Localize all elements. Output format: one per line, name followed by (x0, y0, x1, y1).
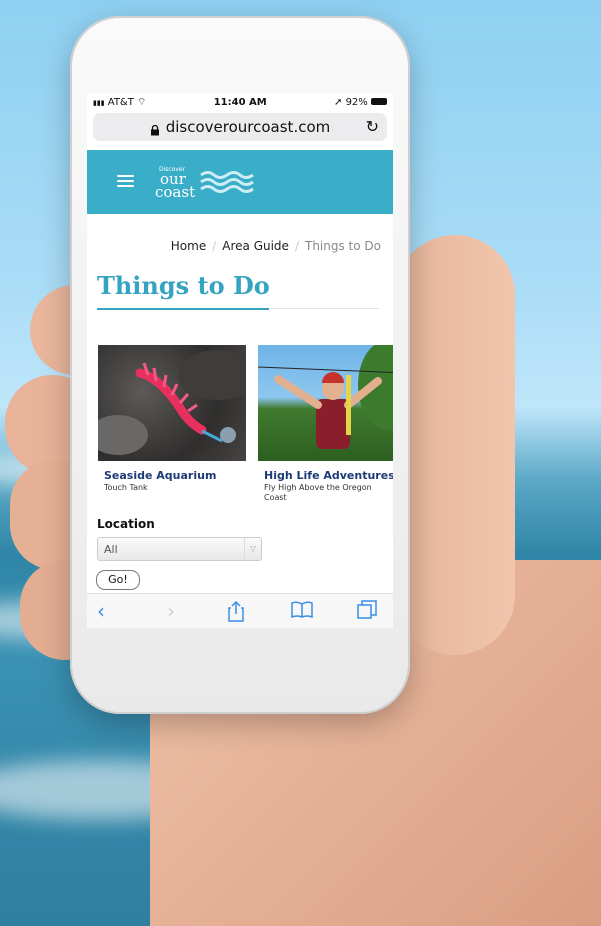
location-selected-value: All (104, 543, 118, 556)
activity-card[interactable]: High Life Adventures Fly High Above the … (258, 345, 393, 503)
chevron-left-icon[interactable]: ‹ (97, 600, 105, 622)
status-bar: ▮▮▮ AT&T ⌔ 11:40 AM ➚ 92% (87, 93, 393, 111)
safari-toolbar: ‹ › (87, 593, 393, 628)
address-bar[interactable]: discoverourcoast.com ↻ (93, 113, 387, 141)
wifi-icon: ⌔ (137, 96, 147, 108)
share-icon[interactable] (227, 600, 245, 626)
location-icon: ➚ (333, 96, 343, 108)
url-text: discoverourcoast.com (165, 118, 331, 136)
hand-thumb (395, 235, 515, 655)
battery-percent: 92% (345, 96, 368, 108)
battery-icon (370, 98, 387, 105)
site-header: Discover our coast (87, 150, 393, 214)
card-description: Touch Tank (104, 483, 148, 492)
carrier-label: AT&T (107, 96, 134, 108)
title-underline (97, 308, 269, 310)
chevron-down-icon: ▽ (244, 538, 261, 560)
signal-icon: ▮▮▮ (93, 98, 105, 107)
breadcrumb-home[interactable]: Home (171, 239, 206, 253)
card-title[interactable]: High Life Adventures (264, 469, 393, 482)
card-title[interactable]: Seaside Aquarium (104, 469, 246, 482)
lock-icon (150, 122, 160, 135)
phone-screen: ▮▮▮ AT&T ⌔ 11:40 AM ➚ 92% discoverourcoa… (87, 93, 393, 628)
chevron-right-icon[interactable]: › (167, 600, 175, 622)
photo-scene: ▮▮▮ AT&T ⌔ 11:40 AM ➚ 92% discoverourcoa… (0, 0, 601, 926)
location-label: Location (97, 517, 155, 531)
card-description: Fly High Above the Oregon Coast (264, 483, 372, 502)
activity-card[interactable]: Seaside Aquarium Touch Tank (98, 345, 246, 493)
menu-icon[interactable] (117, 175, 134, 187)
waves-icon (200, 171, 254, 193)
tabs-icon[interactable] (357, 600, 377, 624)
logo-coast: coast (155, 183, 196, 201)
book-icon[interactable] (291, 600, 313, 622)
reload-icon[interactable]: ↻ (366, 117, 379, 136)
card-image-zipline[interactable] (258, 345, 393, 461)
page-title: Things to Do (97, 271, 270, 300)
breadcrumb: Home / Area Guide / Things to Do (170, 239, 381, 253)
breadcrumb-current: Things to Do (304, 239, 381, 253)
site-logo[interactable]: Discover our coast (155, 166, 196, 201)
clock: 11:40 AM (213, 96, 267, 108)
go-button[interactable]: Go! (96, 570, 140, 590)
location-select[interactable]: All ▽ (97, 537, 262, 561)
breadcrumb-area-guide[interactable]: Area Guide (222, 239, 289, 253)
card-image-sea-slug[interactable] (98, 345, 246, 461)
